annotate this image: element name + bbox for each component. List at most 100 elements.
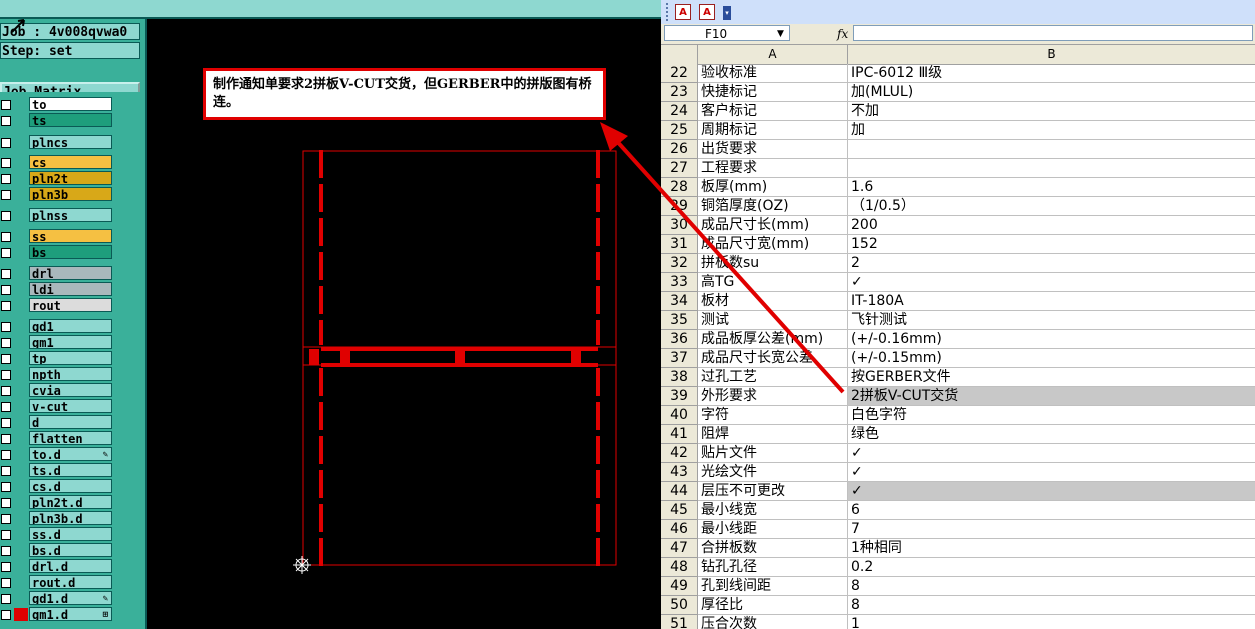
cell-a[interactable]: 字符 bbox=[698, 406, 848, 425]
select-all-corner[interactable] bbox=[661, 45, 698, 64]
layer-name[interactable]: flatten bbox=[29, 431, 112, 445]
layer-checkbox[interactable] bbox=[1, 338, 11, 348]
cell-b[interactable]: （1/0.5） bbox=[848, 197, 1255, 216]
cell-a[interactable]: 出货要求 bbox=[698, 140, 848, 159]
row-number[interactable]: 39 bbox=[661, 387, 698, 406]
layer-row[interactable]: gd1.d ✎ bbox=[0, 591, 145, 606]
layer-row[interactable]: drl.d bbox=[0, 559, 145, 574]
layer-name[interactable]: ts.d bbox=[29, 463, 112, 477]
cell-a[interactable]: 板材 bbox=[698, 292, 848, 311]
chevron-down-icon[interactable]: ▼ bbox=[777, 27, 784, 41]
cell-a[interactable]: 周期标记 bbox=[698, 121, 848, 140]
layer-name[interactable]: ldi bbox=[29, 282, 112, 296]
layer-row[interactable]: to.d ✎ bbox=[0, 447, 145, 462]
layer-checkbox[interactable] bbox=[1, 100, 11, 110]
cell-b[interactable]: (+/-0.16mm) bbox=[848, 330, 1255, 349]
row-number[interactable]: 47 bbox=[661, 539, 698, 558]
cell-b[interactable]: IT-180A bbox=[848, 292, 1255, 311]
layer-name[interactable]: cs bbox=[29, 155, 112, 169]
cell-a[interactable]: 厚径比 bbox=[698, 596, 848, 615]
row-number[interactable]: 31 bbox=[661, 235, 698, 254]
layer-checkbox[interactable] bbox=[1, 610, 11, 620]
layer-checkbox[interactable] bbox=[1, 322, 11, 332]
row-number[interactable]: 49 bbox=[661, 577, 698, 596]
cell-b[interactable]: 2 bbox=[848, 254, 1255, 273]
cell-a[interactable]: 孔到线间距 bbox=[698, 577, 848, 596]
cell-a[interactable]: 高TG bbox=[698, 273, 848, 292]
layer-checkbox[interactable] bbox=[1, 466, 11, 476]
layer-name[interactable]: tp bbox=[29, 351, 112, 365]
column-header-b[interactable]: B bbox=[848, 45, 1255, 64]
layer-row[interactable]: gm1 bbox=[0, 335, 145, 350]
layer-checkbox[interactable] bbox=[1, 562, 11, 572]
layer-row[interactable]: ts.d bbox=[0, 463, 145, 478]
layer-checkbox[interactable] bbox=[1, 498, 11, 508]
row-number[interactable]: 22 bbox=[661, 64, 698, 83]
cell-b[interactable]: ✓ bbox=[848, 273, 1255, 292]
cell-b[interactable]: 按GERBER文件 bbox=[848, 368, 1255, 387]
layer-name[interactable]: cs.d bbox=[29, 479, 112, 493]
layer-row[interactable]: drl bbox=[0, 266, 145, 281]
layer-row[interactable]: npth bbox=[0, 367, 145, 382]
row-number[interactable]: 34 bbox=[661, 292, 698, 311]
layer-name[interactable]: rout.d bbox=[29, 575, 112, 589]
cell-a[interactable]: 最小线距 bbox=[698, 520, 848, 539]
cell-b[interactable]: 不加 bbox=[848, 102, 1255, 121]
layer-name[interactable]: pln2t.d bbox=[29, 495, 112, 509]
layer-row[interactable]: ldi bbox=[0, 282, 145, 297]
cell-b[interactable]: ✓ bbox=[848, 463, 1255, 482]
row-number[interactable]: 30 bbox=[661, 216, 698, 235]
layer-name[interactable]: v-cut bbox=[29, 399, 112, 413]
cell-a[interactable]: 工程要求 bbox=[698, 159, 848, 178]
layer-name[interactable]: pln3b.d bbox=[29, 511, 112, 525]
layer-row[interactable]: gd1 bbox=[0, 319, 145, 334]
layer-row[interactable]: pln3b.d bbox=[0, 511, 145, 526]
layer-color-swatch[interactable] bbox=[14, 608, 28, 621]
layer-name[interactable]: rout bbox=[29, 298, 112, 312]
layer-name[interactable]: to bbox=[29, 97, 112, 111]
row-number[interactable]: 48 bbox=[661, 558, 698, 577]
layer-row[interactable]: gm1.d ⊞ bbox=[0, 607, 145, 622]
layer-checkbox[interactable] bbox=[1, 190, 11, 200]
cell-a[interactable]: 验收标准 bbox=[698, 64, 848, 83]
cell-a[interactable]: 合拼板数 bbox=[698, 539, 848, 558]
layer-name[interactable]: ss.d bbox=[29, 527, 112, 541]
row-number[interactable]: 25 bbox=[661, 121, 698, 140]
layer-row[interactable]: ts bbox=[0, 113, 145, 128]
cell-b[interactable]: 2拼板V-CUT交货 bbox=[848, 387, 1255, 406]
cell-b[interactable]: 加 bbox=[848, 121, 1255, 140]
layer-checkbox[interactable] bbox=[1, 482, 11, 492]
layer-checkbox[interactable] bbox=[1, 370, 11, 380]
formula-input[interactable] bbox=[853, 25, 1253, 41]
layer-row[interactable]: pln2t.d bbox=[0, 495, 145, 510]
cell-a[interactable]: 过孔工艺 bbox=[698, 368, 848, 387]
cell-b[interactable]: 白色字符 bbox=[848, 406, 1255, 425]
cell-b[interactable]: 1种相同 bbox=[848, 539, 1255, 558]
layer-row[interactable]: rout bbox=[0, 298, 145, 313]
layer-row[interactable]: bs.d bbox=[0, 543, 145, 558]
cell-b[interactable]: 152 bbox=[848, 235, 1255, 254]
cell-a[interactable]: 成品板厚公差(mm) bbox=[698, 330, 848, 349]
cell-b[interactable]: 1 bbox=[848, 615, 1255, 629]
row-number[interactable]: 40 bbox=[661, 406, 698, 425]
layer-name[interactable]: d bbox=[29, 415, 112, 429]
layer-checkbox[interactable] bbox=[1, 514, 11, 524]
cell-a[interactable]: 板厚(mm) bbox=[698, 178, 848, 197]
layer-name[interactable]: npth bbox=[29, 367, 112, 381]
layer-name[interactable]: to.d ✎ bbox=[29, 447, 112, 461]
layer-name[interactable]: bs bbox=[29, 245, 112, 259]
layer-name[interactable]: gd1.d ✎ bbox=[29, 591, 112, 605]
cell-a[interactable]: 贴片文件 bbox=[698, 444, 848, 463]
layer-checkbox[interactable] bbox=[1, 546, 11, 556]
cell-a[interactable]: 层压不可更改 bbox=[698, 482, 848, 501]
layer-checkbox[interactable] bbox=[1, 530, 11, 540]
layer-name[interactable]: plnss bbox=[29, 208, 112, 222]
row-number[interactable]: 38 bbox=[661, 368, 698, 387]
layer-row[interactable]: ss.d bbox=[0, 527, 145, 542]
row-number[interactable]: 35 bbox=[661, 311, 698, 330]
cell-b[interactable]: 8 bbox=[848, 577, 1255, 596]
layer-name[interactable]: ss bbox=[29, 229, 112, 243]
layer-row[interactable]: cs.d bbox=[0, 479, 145, 494]
layer-row[interactable]: bs bbox=[0, 245, 145, 260]
layer-name[interactable]: pln3b bbox=[29, 187, 112, 201]
